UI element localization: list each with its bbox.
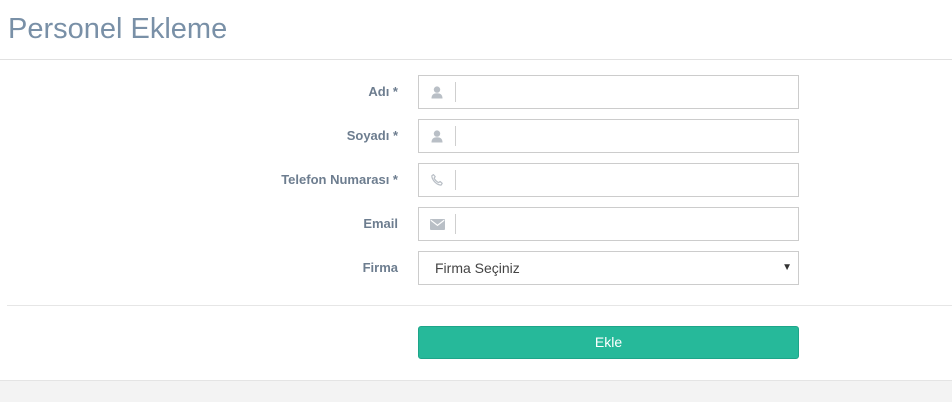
user-icon xyxy=(419,120,455,152)
caret-down-icon: ▼ xyxy=(782,262,792,273)
last-name-input-group[interactable] xyxy=(418,119,799,153)
add-button[interactable]: Ekle xyxy=(418,326,799,359)
phone-input[interactable] xyxy=(459,165,789,195)
last-name-row: Soyadı * xyxy=(0,119,952,153)
form-panel: Personel Ekleme Adı * Soyadı * Telefon N… xyxy=(0,0,952,381)
user-icon xyxy=(419,76,455,108)
title-divider xyxy=(0,59,952,60)
company-select[interactable]: Firma Seçiniz ▼ xyxy=(418,251,799,285)
email-row: Email xyxy=(0,207,952,241)
addon-divider xyxy=(455,214,456,234)
phone-input-group[interactable] xyxy=(418,163,799,197)
phone-icon xyxy=(419,164,455,196)
addon-divider xyxy=(455,126,456,146)
email-label: Email xyxy=(363,216,398,231)
addon-divider xyxy=(455,82,456,102)
last-name-input[interactable] xyxy=(459,121,789,151)
first-name-row: Adı * xyxy=(0,75,952,109)
email-input-group[interactable] xyxy=(418,207,799,241)
form-divider xyxy=(7,305,952,306)
page-title: Personel Ekleme xyxy=(8,13,228,45)
first-name-input-group[interactable] xyxy=(418,75,799,109)
company-row: Firma Firma Seçiniz ▼ xyxy=(0,251,952,285)
addon-divider xyxy=(455,170,456,190)
email-input[interactable] xyxy=(459,209,789,239)
phone-label: Telefon Numarası * xyxy=(281,172,398,187)
phone-row: Telefon Numarası * xyxy=(0,163,952,197)
company-label: Firma xyxy=(362,260,398,275)
envelope-icon xyxy=(419,208,455,240)
last-name-label: Soyadı * xyxy=(346,128,398,143)
first-name-label: Adı * xyxy=(368,84,398,99)
first-name-input[interactable] xyxy=(459,77,789,107)
company-select-value: Firma Seçiniz xyxy=(435,260,520,276)
